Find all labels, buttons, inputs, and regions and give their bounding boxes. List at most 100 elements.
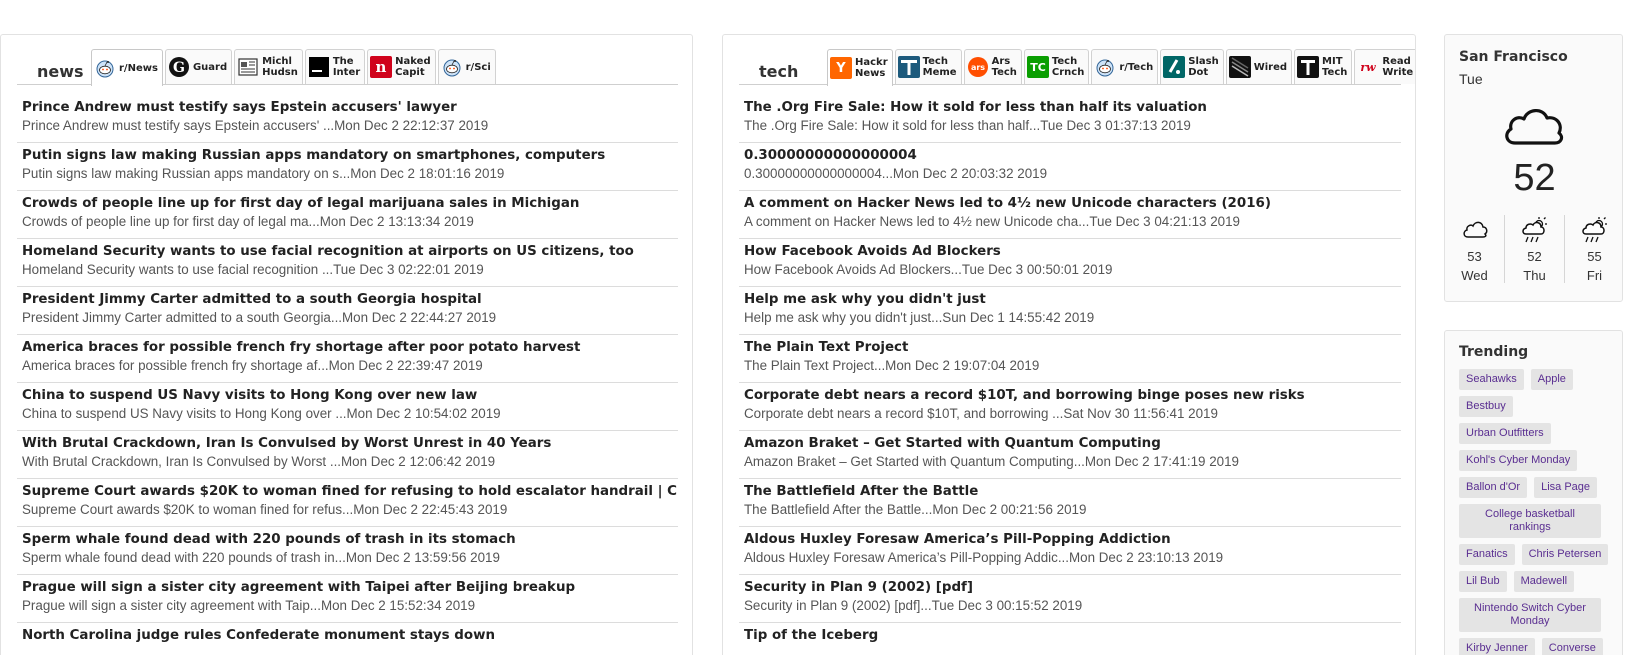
tab-tech-meme[interactable]: Tech Meme — [894, 49, 962, 84]
article-item[interactable]: A comment on Hacker News led to 4½ new U… — [739, 191, 1401, 239]
article-title[interactable]: Prague will sign a sister city agreement… — [22, 579, 678, 597]
tab-hackr-news[interactable]: Y Hackr News — [827, 49, 893, 86]
article-item[interactable]: North Carolina judge rules Confederate m… — [17, 623, 678, 655]
article-item[interactable]: Corporate debt nears a record $10T, and … — [739, 383, 1401, 431]
article-snippet: How Facebook Avoids Ad Blockers...Tue De… — [744, 262, 1113, 277]
article-snippet: Prague will sign a sister city agreement… — [22, 598, 476, 613]
article-snippet: Help me ask why you didn't just...Sun De… — [744, 310, 1095, 325]
trending-chip[interactable]: Bestbuy — [1459, 396, 1513, 417]
trending-chip[interactable]: Apple — [1530, 369, 1573, 390]
article-title[interactable]: Homeland Security wants to use facial re… — [22, 243, 678, 261]
tab-slash-dot[interactable]: Slash Dot — [1160, 49, 1224, 84]
news-section-title: news — [37, 62, 84, 81]
tab-label: Guard — [192, 61, 228, 73]
tab-label: r/Sci — [465, 61, 491, 73]
article-item[interactable]: Homeland Security wants to use facial re… — [17, 239, 678, 287]
trending-chip[interactable]: Chris Petersen — [1521, 544, 1609, 565]
tab-ars-tech[interactable]: ars Ars Tech — [963, 49, 1022, 84]
trending-chip[interactable]: Lisa Page — [1534, 477, 1598, 498]
slashdot-icon — [1163, 56, 1186, 78]
article-item[interactable]: Security in Plan 9 (2002) [pdf] Security … — [739, 575, 1401, 623]
article-item[interactable]: Putin signs law making Russian apps mand… — [17, 143, 678, 191]
article-item[interactable]: Prince Andrew must testify says Epstein … — [17, 95, 678, 143]
article-snippet: President Jimmy Carter admitted to a sou… — [22, 310, 497, 325]
article-item[interactable]: Tip of the Iceberg — [739, 623, 1401, 655]
article-snippet: Sperm whale found dead with 220 pounds o… — [22, 550, 500, 565]
tab-label: MIT Tech — [1322, 56, 1348, 78]
tab-label: Hackr News — [855, 57, 888, 79]
article-item[interactable]: America braces for possible french fry s… — [17, 335, 678, 383]
tab-the-inter[interactable]: The Inter — [304, 49, 366, 84]
article-item[interactable]: How Facebook Avoids Ad Blockers How Faceb… — [739, 239, 1401, 287]
article-title[interactable]: President Jimmy Carter admitted to a sou… — [22, 291, 678, 309]
article-title[interactable]: Tip of the Iceberg — [744, 627, 1401, 645]
tab-wired[interactable]: Wired — [1225, 49, 1293, 84]
article-title[interactable]: A comment on Hacker News led to 4½ new U… — [744, 195, 1401, 213]
article-title[interactable]: Sperm whale found dead with 220 pounds o… — [22, 531, 678, 549]
article-title[interactable]: Prince Andrew must testify says Epstein … — [22, 99, 678, 117]
article-item[interactable]: Supreme Court awards $20K to woman fined… — [17, 479, 678, 527]
tab-r-news[interactable]: r/News — [91, 49, 163, 86]
tab-label: Read Write — [1382, 56, 1414, 78]
tab-michl-hudsn[interactable]: Michl Hudsn — [234, 49, 303, 84]
article-title[interactable]: How Facebook Avoids Ad Blockers — [744, 243, 1401, 261]
tech-panel: tech Y Hackr News Tech Meme ars Ars Tech — [722, 34, 1416, 655]
article-title[interactable]: 0.30000000000000004 — [744, 147, 1401, 165]
article-title[interactable]: North Carolina judge rules Confederate m… — [22, 627, 678, 645]
article-title[interactable]: Help me ask why you didn't just — [744, 291, 1401, 309]
article-item[interactable]: President Jimmy Carter admitted to a sou… — [17, 287, 678, 335]
article-item[interactable]: The Plain Text Project The Plain Text Pro… — [739, 335, 1401, 383]
trending-chip[interactable]: College basketball rankings — [1459, 504, 1601, 538]
tab-r-sci[interactable]: r/Sci — [437, 49, 496, 84]
article-title[interactable]: China to suspend US Navy visits to Hong … — [22, 387, 678, 405]
article-item[interactable]: Prague will sign a sister city agreement… — [17, 575, 678, 623]
article-title[interactable]: The Plain Text Project — [744, 339, 1401, 357]
article-title[interactable]: Corporate debt nears a record $10T, and … — [744, 387, 1401, 405]
article-item[interactable]: The .Org Fire Sale: How it sold for less… — [739, 95, 1401, 143]
trending-chip[interactable]: Madewell — [1513, 571, 1575, 592]
guardian-icon: G — [168, 56, 190, 78]
article-title[interactable]: The Battlefield After the Battle — [744, 483, 1401, 501]
forecast-day-label: Thu — [1523, 268, 1546, 283]
trending-chip[interactable]: Lil Bub — [1459, 571, 1507, 592]
cloud-icon — [1505, 109, 1564, 145]
article-item[interactable]: China to suspend US Navy visits to Hong … — [17, 383, 678, 431]
trending-chip[interactable]: Urban Outfitters — [1459, 423, 1551, 444]
article-title[interactable]: America braces for possible french fry s… — [22, 339, 678, 357]
tab-guard[interactable]: G Guard — [164, 49, 233, 84]
article-title[interactable]: Security in Plan 9 (2002) [pdf] — [744, 579, 1401, 597]
trending-chip[interactable]: Nintendo Switch Cyber Monday — [1459, 598, 1601, 632]
article-snippet: Putin signs law making Russian apps mand… — [22, 166, 505, 181]
article-item[interactable]: The Battlefield After the Battle The Batt… — [739, 479, 1401, 527]
trending-chip[interactable]: Kohl's Cyber Monday — [1459, 450, 1578, 471]
article-title[interactable]: Aldous Huxley Foresaw America’s Pill-Pop… — [744, 531, 1401, 549]
tech-section-title: tech — [759, 62, 799, 81]
article-title[interactable]: Putin signs law making Russian apps mand… — [22, 147, 678, 165]
article-item[interactable]: Aldous Huxley Foresaw America’s Pill-Pop… — [739, 527, 1401, 575]
article-item[interactable]: 0.30000000000000004 0.30000000000000004..… — [739, 143, 1401, 191]
article-item[interactable]: With Brutal Crackdown, Iran Is Convulsed… — [17, 431, 678, 479]
article-title[interactable]: Crowds of people line up for first day o… — [22, 195, 678, 213]
tab-mit-tech[interactable]: MIT Tech — [1294, 49, 1353, 84]
svg-text:G: G — [173, 60, 185, 76]
svg-text:ars: ars — [971, 63, 985, 72]
article-item[interactable]: Amazon Braket – Get Started with Quantum… — [739, 431, 1401, 479]
trending-chip[interactable]: Kirby Jenner — [1459, 638, 1535, 655]
trending-chip[interactable]: Fanatics — [1459, 544, 1515, 565]
trending-chip[interactable]: Ballon d'Or — [1459, 477, 1528, 498]
article-snippet: 0.30000000000000004...Mon Dec 2 20:03:32… — [744, 166, 1048, 181]
article-title[interactable]: Supreme Court awards $20K to woman fined… — [22, 483, 678, 501]
tab-read-write[interactable]: rw Read Write — [1354, 49, 1415, 84]
tab-naked-capit[interactable]: n Naked Capit — [367, 49, 436, 84]
article-title[interactable]: The .Org Fire Sale: How it sold for less… — [744, 99, 1401, 117]
article-item[interactable]: Sperm whale found dead with 220 pounds o… — [17, 527, 678, 575]
article-item[interactable]: Help me ask why you didn't just Help me a… — [739, 287, 1401, 335]
article-title[interactable]: With Brutal Crackdown, Iran Is Convulsed… — [22, 435, 678, 453]
tab-tech-crnch[interactable]: TC Tech Crnch — [1023, 49, 1090, 84]
article-title[interactable]: Amazon Braket – Get Started with Quantum… — [744, 435, 1401, 453]
article-snippet: Security in Plan 9 (2002) [pdf]...Tue De… — [744, 598, 1083, 613]
tab-r-tech[interactable]: r/Tech — [1091, 49, 1159, 84]
trending-chip[interactable]: Seahawks — [1459, 369, 1524, 390]
trending-chip[interactable]: Converse — [1541, 638, 1603, 655]
article-item[interactable]: Crowds of people line up for first day o… — [17, 191, 678, 239]
